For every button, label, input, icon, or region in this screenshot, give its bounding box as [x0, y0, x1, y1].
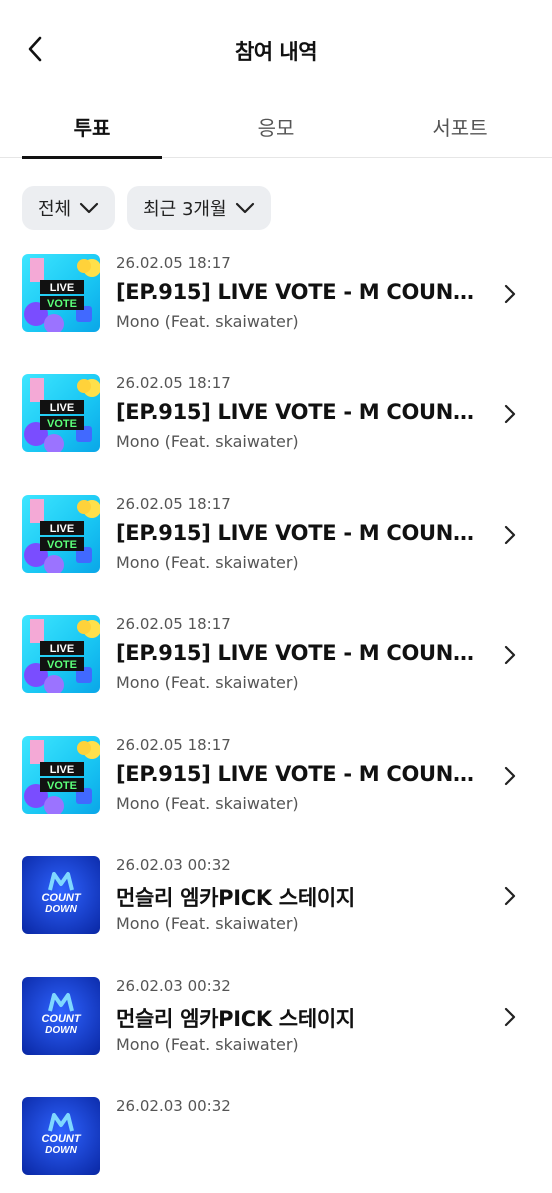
- thumb-text: LIVE: [50, 282, 74, 294]
- live-vote-thumbnail: LIVE VOTE: [22, 736, 100, 814]
- item-title: [EP.915] LIVE VOTE - M COUNTD...: [116, 641, 486, 665]
- chevron-right-icon: [500, 400, 520, 428]
- thumb-text: VOTE: [47, 418, 77, 430]
- page-title: 참여 내역: [234, 40, 318, 64]
- thumb-text: COUNT: [41, 1133, 81, 1145]
- chevron-right-icon: [500, 280, 520, 308]
- item-title: 먼슬리 엠카PICK 스테이지: [116, 886, 355, 910]
- filter-label: 전체: [38, 199, 72, 220]
- countdown-thumbnail: COUNT DOWN: [22, 856, 100, 934]
- list-item[interactable]: LIVE VOTE 26.02.05 18:17 [EP.915] LIVE VO…: [0, 250, 552, 350]
- item-date: 26.02.05 18:17: [116, 254, 231, 272]
- item-artist: Mono (Feat. skaiwater): [116, 914, 299, 933]
- list-item[interactable]: COUNT DOWN 26.02.03 00:32 먼슬리 엠카PICK 스테이지…: [0, 852, 552, 952]
- list-item[interactable]: LIVE VOTE 26.02.05 18:17 [EP.915] LIVE VO…: [0, 611, 552, 711]
- list-item[interactable]: COUNT DOWN 26.02.03 00:32: [0, 1093, 552, 1193]
- thumb-text: COUNT: [41, 1013, 81, 1025]
- thumb-text: LIVE: [50, 764, 74, 776]
- countdown-thumbnail: COUNT DOWN: [22, 1097, 100, 1175]
- thumb-text: VOTE: [47, 780, 77, 792]
- item-artist: Mono (Feat. skaiwater): [116, 673, 299, 692]
- live-vote-thumbnail: LIVE VOTE: [22, 495, 100, 573]
- thumb-text: DOWN: [45, 1145, 77, 1156]
- filter-period-dropdown[interactable]: 최근 3개월: [127, 186, 271, 230]
- tab-label: 투표: [73, 116, 111, 140]
- item-artist: Mono (Feat. skaiwater): [116, 794, 299, 813]
- item-artist: Mono (Feat. skaiwater): [116, 312, 299, 331]
- list-item[interactable]: LIVE VOTE 26.02.05 18:17 [EP.915] LIVE VO…: [0, 370, 552, 470]
- thumb-text: COUNT: [41, 892, 81, 904]
- chevron-down-icon: [235, 202, 255, 214]
- thumb-text: VOTE: [47, 539, 77, 551]
- item-date: 26.02.03 00:32: [116, 1097, 231, 1115]
- item-date: 26.02.05 18:17: [116, 374, 231, 392]
- chevron-right-icon: [500, 521, 520, 549]
- header: 참여 내역: [0, 0, 552, 100]
- item-title: [EP.915] LIVE VOTE - M COUNTD...: [116, 280, 486, 304]
- filter-label: 최근 3개월: [143, 199, 227, 220]
- chevron-right-icon: [500, 882, 520, 910]
- item-title: 먼슬리 엠카PICK 스테이지: [116, 1007, 355, 1031]
- thumb-text: LIVE: [50, 643, 74, 655]
- live-vote-thumbnail: LIVE VOTE: [22, 254, 100, 332]
- thumb-text: DOWN: [45, 904, 77, 915]
- item-artist: Mono (Feat. skaiwater): [116, 1035, 299, 1054]
- chevron-right-icon: [500, 641, 520, 669]
- item-title: [EP.915] LIVE VOTE - M COUNTD...: [116, 400, 486, 424]
- item-artist: Mono (Feat. skaiwater): [116, 553, 299, 572]
- tab-entry[interactable]: 응모: [206, 100, 346, 158]
- tab-vote[interactable]: 투표: [22, 100, 162, 159]
- thumb-text: VOTE: [47, 298, 77, 310]
- item-date: 26.02.05 18:17: [116, 495, 231, 513]
- list-item[interactable]: LIVE VOTE 26.02.05 18:17 [EP.915] LIVE VO…: [0, 732, 552, 832]
- chevron-right-icon: [500, 1003, 520, 1031]
- thumb-text: LIVE: [50, 402, 74, 414]
- thumb-text: VOTE: [47, 659, 77, 671]
- filter-bar: 전체 최근 3개월: [22, 186, 271, 230]
- list-item[interactable]: COUNT DOWN 26.02.03 00:32 먼슬리 엠카PICK 스테이지…: [0, 973, 552, 1073]
- item-date: 26.02.05 18:17: [116, 736, 231, 754]
- item-artist: Mono (Feat. skaiwater): [116, 432, 299, 451]
- chevron-down-icon: [79, 202, 99, 214]
- countdown-thumbnail: COUNT DOWN: [22, 977, 100, 1055]
- item-date: 26.02.03 00:32: [116, 856, 231, 874]
- live-vote-thumbnail: LIVE VOTE: [22, 374, 100, 452]
- item-date: 26.02.05 18:17: [116, 615, 231, 633]
- item-date: 26.02.03 00:32: [116, 977, 231, 995]
- live-vote-thumbnail: LIVE VOTE: [22, 615, 100, 693]
- tab-label: 서포트: [432, 116, 488, 140]
- tab-bar: 투표 응모 서포트: [0, 100, 552, 159]
- list-item[interactable]: LIVE VOTE 26.02.05 18:17 [EP.915] LIVE VO…: [0, 491, 552, 591]
- chevron-right-icon: [500, 762, 520, 790]
- thumb-text: DOWN: [45, 1025, 77, 1036]
- thumb-text: LIVE: [50, 523, 74, 535]
- item-title: [EP.915] LIVE VOTE - M COUNTD...: [116, 521, 486, 545]
- tab-support[interactable]: 서포트: [390, 100, 530, 158]
- tab-label: 응모: [257, 116, 295, 140]
- item-title: [EP.915] LIVE VOTE - M COUNTD...: [116, 762, 486, 786]
- filter-all-dropdown[interactable]: 전체: [22, 186, 116, 230]
